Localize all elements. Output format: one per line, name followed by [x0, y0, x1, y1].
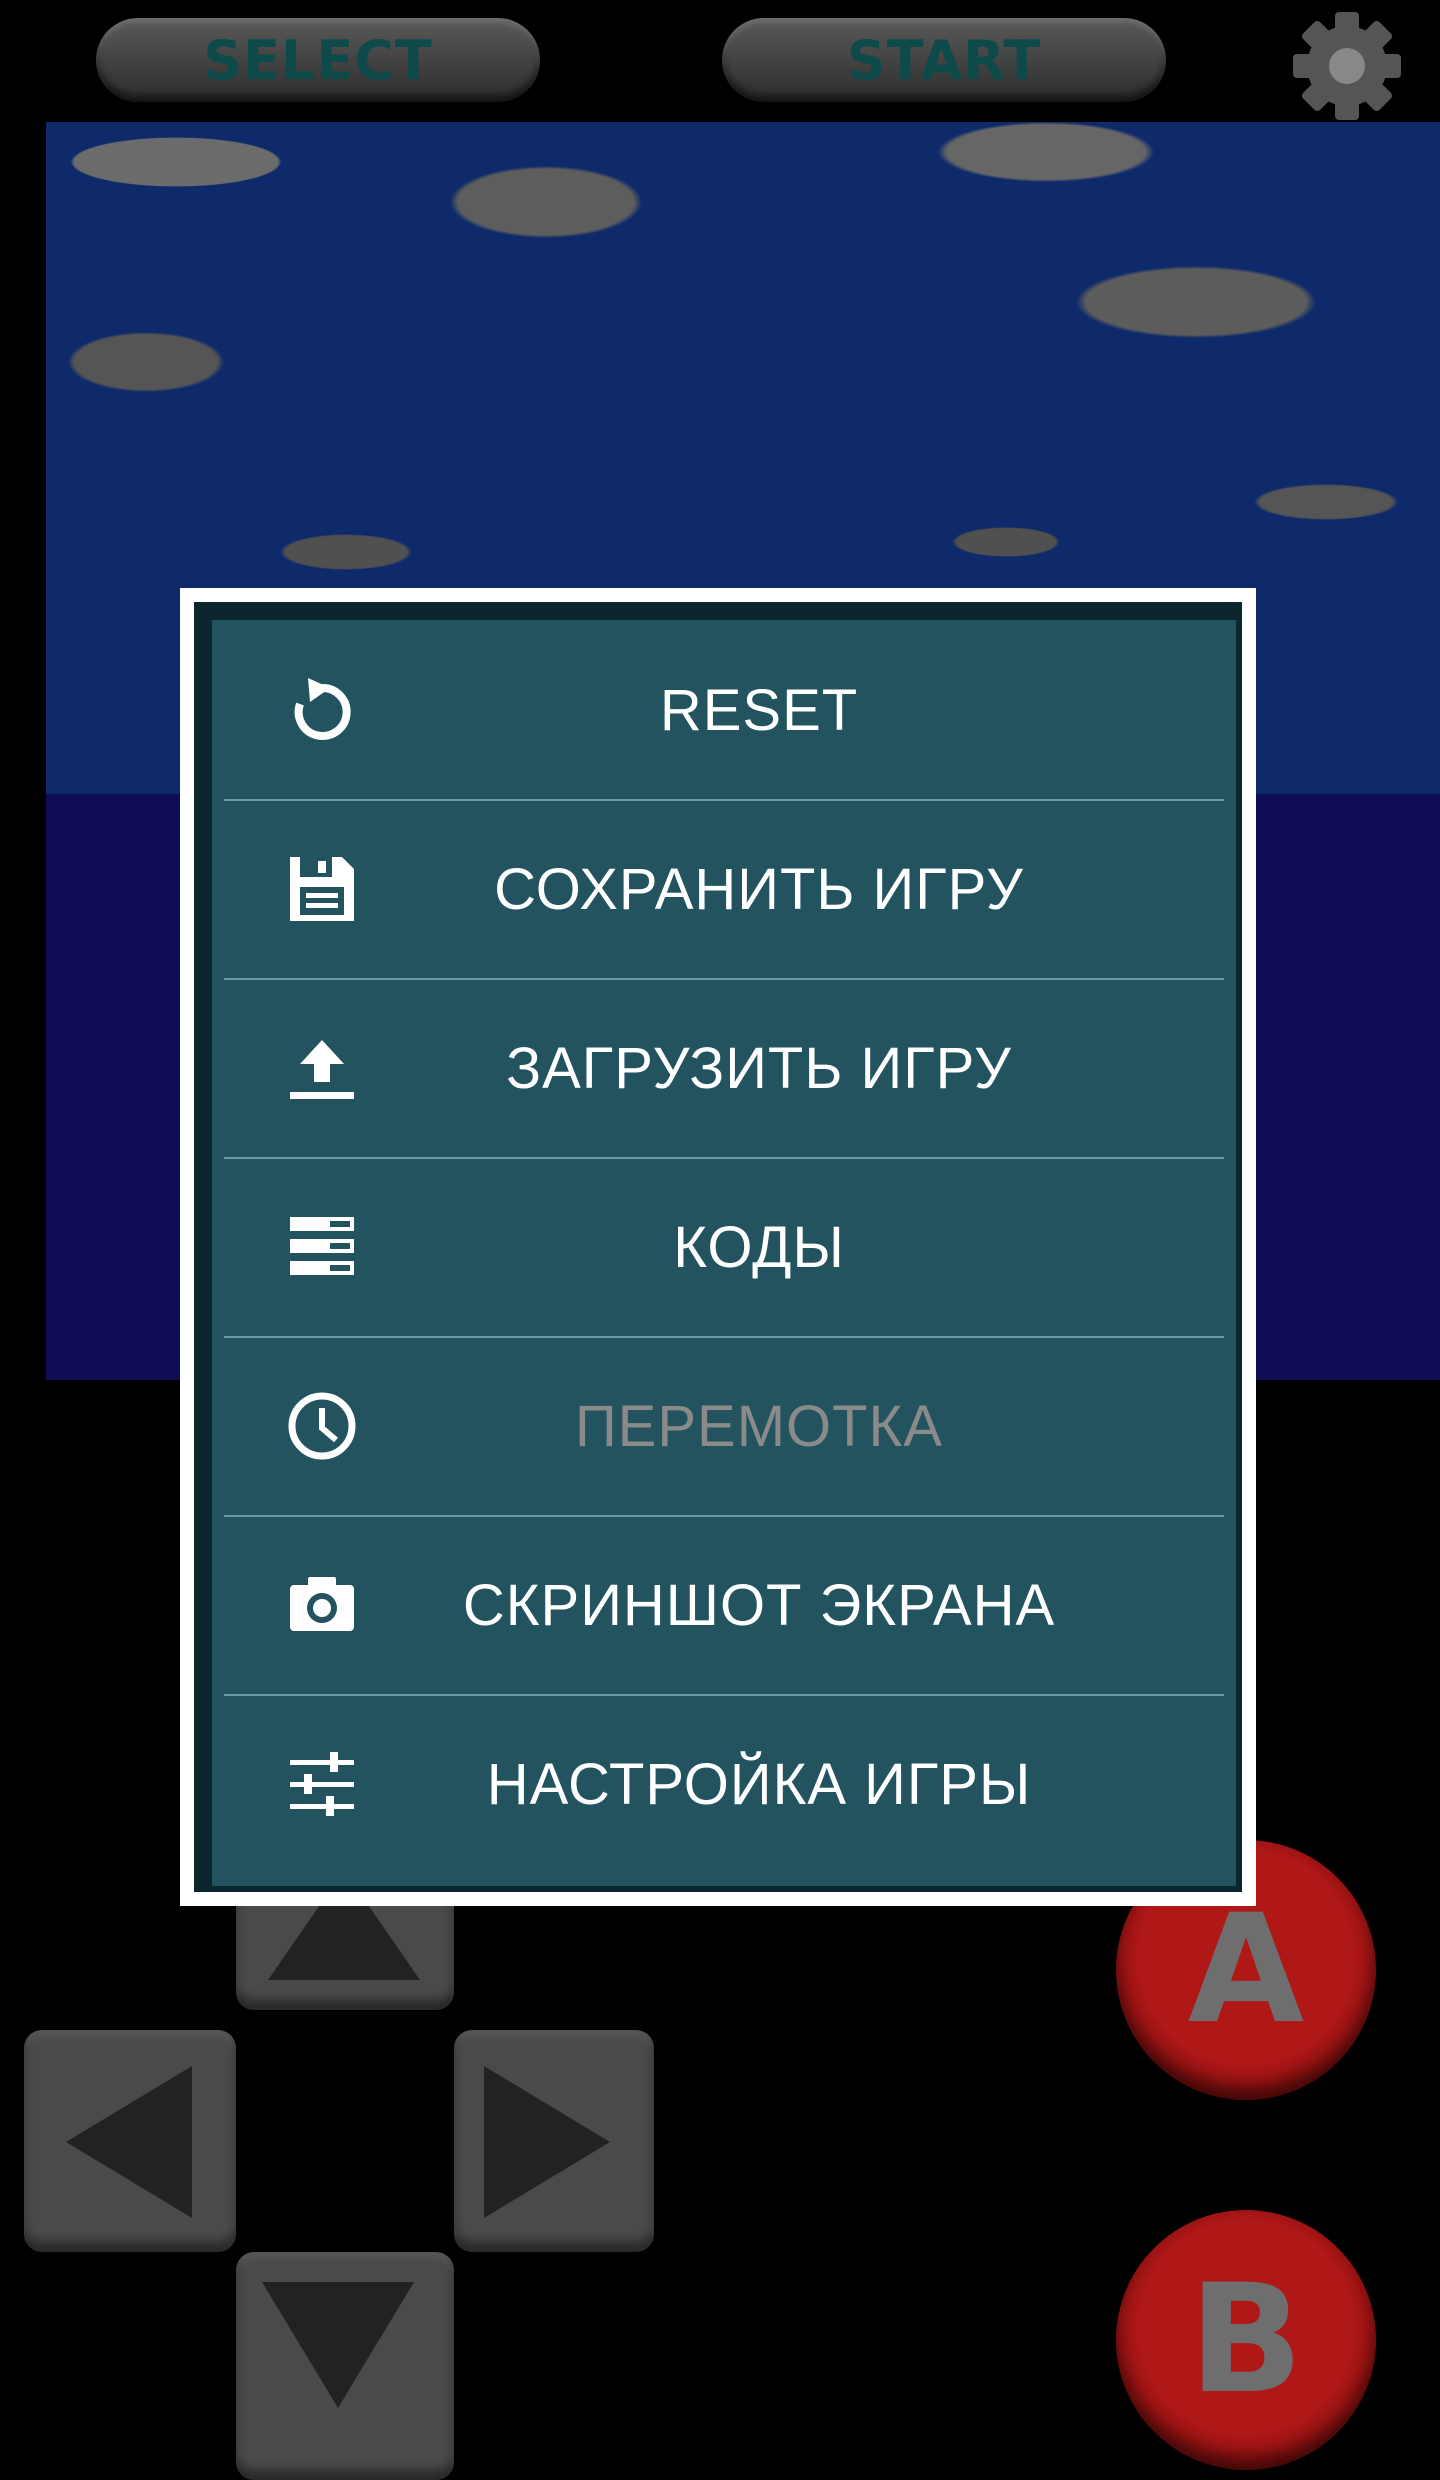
dpad-left-arrow-icon: [66, 2066, 192, 2218]
upload-icon: [290, 1040, 354, 1099]
menu-item-codes[interactable]: КОДЫ: [224, 1159, 1224, 1338]
dpad-right-arrow-icon: [484, 2066, 610, 2218]
menu-item-load-game[interactable]: ЗАГРУЗИТЬ ИГРУ: [224, 980, 1224, 1159]
reset-icon: [294, 678, 351, 740]
top-bar: SELECT START: [0, 0, 1440, 120]
menu-item-label: КОДЫ: [673, 1215, 845, 1280]
select-button[interactable]: SELECT: [96, 18, 540, 102]
menu-item-rewind[interactable]: ПЕРЕМОТКА: [224, 1338, 1224, 1517]
menu-item-reset[interactable]: RESET: [224, 622, 1224, 801]
dpad-center: [236, 2010, 454, 2252]
game-menu-panel: RESET СОХРАНИТЬ ИГРУ ЗАГРУЗИТЬ ИГРУ КОДЫ…: [194, 602, 1242, 1892]
menu-item-label: ПЕРЕМОТКА: [574, 1394, 944, 1459]
list-icon: [290, 1217, 354, 1275]
menu-item-label: ЗАГРУЗИТЬ ИГРУ: [506, 1036, 1012, 1101]
dpad-down-arrow-icon: [262, 2282, 414, 2408]
gear-icon[interactable]: [1278, 12, 1416, 120]
clock-icon: [288, 1392, 356, 1460]
game-menu-dialog: RESET СОХРАНИТЬ ИГРУ ЗАГРУЗИТЬ ИГРУ КОДЫ…: [180, 588, 1256, 1906]
menu-item-game-settings[interactable]: НАСТРОЙКА ИГРЫ: [224, 1696, 1224, 1873]
menu-item-label: НАСТРОЙКА ИГРЫ: [486, 1752, 1032, 1817]
camera-icon: [290, 1577, 354, 1631]
sliders-icon: [290, 1752, 354, 1816]
menu-item-label: RESET: [659, 678, 859, 743]
menu-item-screenshot[interactable]: СКРИНШОТ ЭКРАНА: [224, 1517, 1224, 1696]
menu-item-save-game[interactable]: СОХРАНИТЬ ИГРУ: [224, 801, 1224, 980]
save-icon: [290, 857, 354, 921]
menu-item-label: СОХРАНИТЬ ИГРУ: [494, 857, 1024, 922]
menu-item-label: СКРИНШОТ ЭКРАНА: [462, 1573, 1056, 1638]
game-menu-list: RESET СОХРАНИТЬ ИГРУ ЗАГРУЗИТЬ ИГРУ КОДЫ…: [224, 622, 1224, 1873]
b-button[interactable]: B: [1116, 2210, 1376, 2470]
start-button[interactable]: START: [722, 18, 1166, 102]
